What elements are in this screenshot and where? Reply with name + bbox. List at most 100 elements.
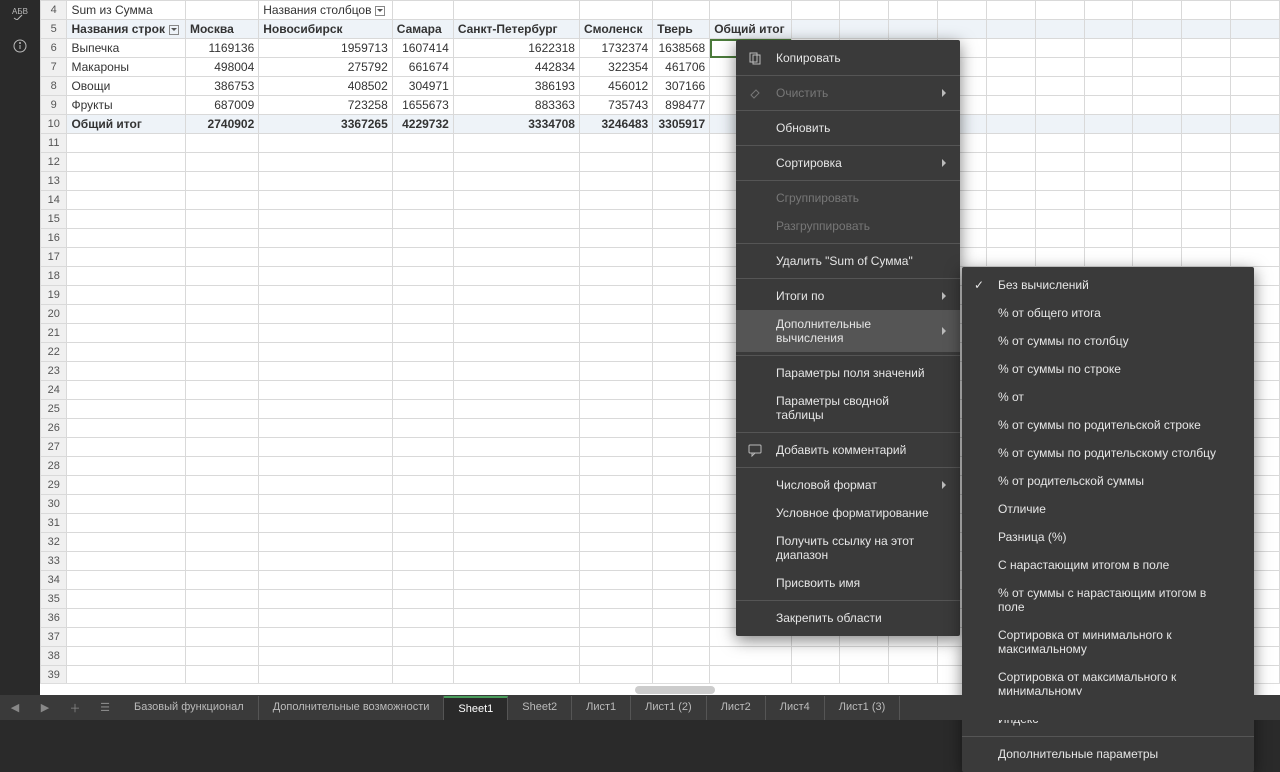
cell[interactable] <box>1035 58 1084 77</box>
row-header[interactable]: 18 <box>41 267 67 286</box>
cell[interactable] <box>259 362 393 381</box>
cell[interactable] <box>186 666 259 685</box>
cell[interactable] <box>653 305 710 324</box>
cell[interactable] <box>186 628 259 647</box>
menu-item[interactable]: Удалить "Sum of Сумма" <box>736 247 960 275</box>
cell[interactable] <box>1182 134 1231 153</box>
cell[interactable] <box>1182 248 1231 267</box>
row-header[interactable]: 16 <box>41 229 67 248</box>
cell[interactable] <box>653 533 710 552</box>
cell[interactable] <box>186 1 259 20</box>
cell[interactable] <box>453 210 579 229</box>
cell[interactable]: Тверь <box>653 20 710 39</box>
cell[interactable] <box>1231 77 1280 96</box>
row-header[interactable]: 17 <box>41 248 67 267</box>
cell[interactable] <box>453 476 579 495</box>
cell[interactable] <box>579 153 652 172</box>
menu-item[interactable]: % от общего итога <box>962 299 1254 327</box>
cell[interactable] <box>259 457 393 476</box>
cell[interactable]: 687009 <box>186 96 259 115</box>
cell[interactable] <box>453 571 579 590</box>
cell[interactable] <box>791 666 840 685</box>
menu-item[interactable]: Без вычислений✓ <box>962 271 1254 299</box>
cell[interactable]: 456012 <box>579 77 652 96</box>
cell[interactable] <box>653 438 710 457</box>
cell[interactable] <box>453 286 579 305</box>
cell[interactable] <box>392 609 453 628</box>
cell[interactable] <box>453 1 579 20</box>
cell[interactable]: Санкт-Петербург <box>453 20 579 39</box>
row-header[interactable]: 19 <box>41 286 67 305</box>
cell[interactable] <box>186 438 259 457</box>
cell[interactable] <box>653 153 710 172</box>
sheet-tab[interactable]: Лист1 <box>572 696 631 720</box>
cell[interactable] <box>579 533 652 552</box>
cell[interactable] <box>67 362 186 381</box>
cell[interactable] <box>1133 77 1182 96</box>
cell[interactable] <box>392 191 453 210</box>
cell[interactable] <box>259 514 393 533</box>
cell[interactable] <box>579 248 652 267</box>
cell[interactable] <box>259 134 393 153</box>
cell[interactable] <box>67 590 186 609</box>
cell[interactable] <box>186 362 259 381</box>
cell[interactable] <box>986 248 1035 267</box>
cell[interactable] <box>1182 172 1231 191</box>
cell[interactable] <box>653 495 710 514</box>
cell[interactable] <box>392 533 453 552</box>
row-header[interactable]: 34 <box>41 571 67 590</box>
cell[interactable] <box>186 153 259 172</box>
cell[interactable] <box>67 495 186 514</box>
row-header[interactable]: 36 <box>41 609 67 628</box>
cell[interactable] <box>1133 1 1182 20</box>
cell[interactable] <box>653 1 710 20</box>
row-header[interactable]: 35 <box>41 590 67 609</box>
cell[interactable] <box>392 286 453 305</box>
dropdown-icon[interactable] <box>169 25 179 35</box>
cell[interactable] <box>259 267 393 286</box>
cell[interactable]: Названия строк <box>67 20 186 39</box>
cell[interactable] <box>579 343 652 362</box>
cell[interactable] <box>653 590 710 609</box>
cell[interactable] <box>259 571 393 590</box>
menu-item[interactable]: % от суммы по строке <box>962 355 1254 383</box>
cell[interactable]: Самара <box>392 20 453 39</box>
cell[interactable] <box>653 666 710 685</box>
cell[interactable] <box>392 476 453 495</box>
cell[interactable] <box>1231 229 1280 248</box>
row-header[interactable]: 12 <box>41 153 67 172</box>
cell[interactable] <box>1231 191 1280 210</box>
cell[interactable] <box>453 153 579 172</box>
cell[interactable] <box>186 134 259 153</box>
cell[interactable] <box>67 533 186 552</box>
cell[interactable]: 304971 <box>392 77 453 96</box>
cell[interactable] <box>259 533 393 552</box>
cell[interactable] <box>1182 191 1231 210</box>
cell[interactable] <box>1084 39 1133 58</box>
cell[interactable] <box>889 1 938 20</box>
cell[interactable] <box>1231 96 1280 115</box>
cell[interactable] <box>259 438 393 457</box>
cell[interactable] <box>1231 39 1280 58</box>
cell[interactable] <box>1182 153 1231 172</box>
cell[interactable] <box>986 58 1035 77</box>
row-header[interactable]: 6 <box>41 39 67 58</box>
cell[interactable] <box>579 647 652 666</box>
cell[interactable] <box>986 115 1035 134</box>
cell[interactable] <box>1133 210 1182 229</box>
cell[interactable] <box>186 191 259 210</box>
cell[interactable] <box>453 229 579 248</box>
cell[interactable] <box>186 476 259 495</box>
cell[interactable] <box>67 153 186 172</box>
cell[interactable] <box>453 267 579 286</box>
cell[interactable] <box>1084 229 1133 248</box>
cell[interactable] <box>986 1 1035 20</box>
cell[interactable] <box>653 476 710 495</box>
info-icon[interactable] <box>12 38 28 54</box>
cell[interactable] <box>1133 20 1182 39</box>
cell[interactable] <box>259 381 393 400</box>
cell[interactable] <box>579 552 652 571</box>
sheet-tab[interactable]: Лист1 (2) <box>631 696 707 720</box>
cell[interactable] <box>392 495 453 514</box>
cell[interactable] <box>1035 210 1084 229</box>
